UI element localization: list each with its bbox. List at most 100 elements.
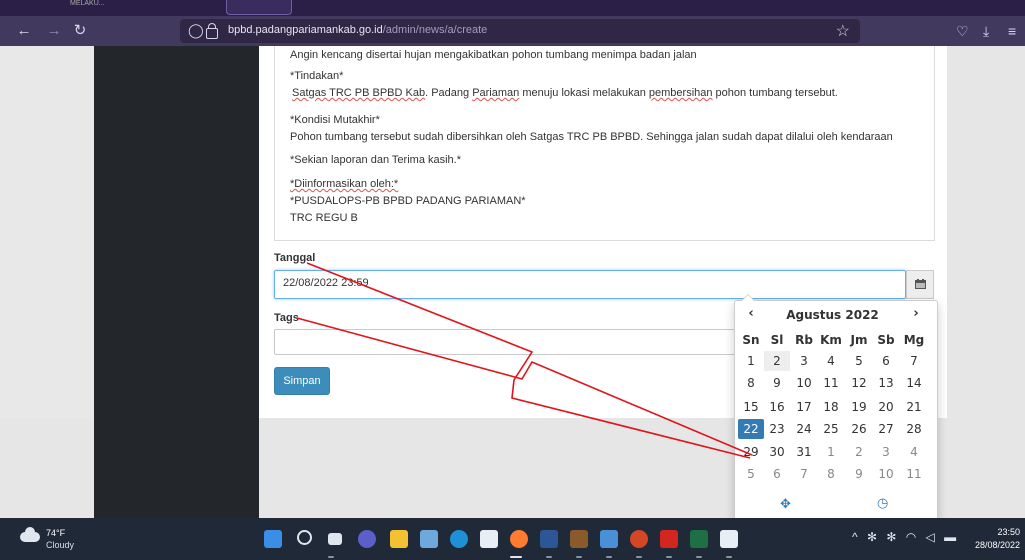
calendar-day[interactable]: 10 (791, 373, 817, 393)
calendar-day[interactable]: 15 (738, 397, 764, 417)
system-tray[interactable]: ^ ✻ ✻ ◠ ◁ ▬ (852, 530, 959, 544)
time-picker-toggle-icon[interactable]: ✥ (780, 497, 791, 512)
calendar-day[interactable]: 24 (791, 419, 817, 439)
calendar-day[interactable]: 1 (818, 442, 844, 462)
weather-condition[interactable]: Cloudy (46, 540, 74, 550)
browser-titlebar: MELAKU... (0, 0, 1025, 16)
tracking-shield-icon[interactable]: ◯ (188, 22, 204, 39)
calendar-day[interactable]: 31 (791, 442, 817, 462)
image-viewer-icon[interactable] (600, 530, 618, 548)
calendar-day[interactable]: 5 (738, 464, 764, 484)
browser-active-tab[interactable] (226, 0, 292, 15)
cloud-icon[interactable] (20, 527, 40, 542)
download-icon[interactable]: ⤓ (983, 23, 989, 40)
running-indicator (696, 556, 702, 558)
calendar-day[interactable]: 23 (764, 419, 790, 439)
month-label[interactable]: Agustus 2022 (775, 308, 890, 322)
lock-icon[interactable] (206, 23, 218, 39)
calendar-day[interactable]: 8 (818, 464, 844, 484)
file-explorer-icon[interactable] (390, 530, 408, 548)
calendar-day[interactable]: 13 (873, 373, 899, 393)
reload-button[interactable]: ↻ (70, 21, 90, 41)
calendar-day[interactable]: 14 (901, 373, 927, 393)
taskbar: 74°F Cloudy ^ ✻ ✻ ◠ ◁ ▬ 23:50 28/08/2022 (0, 518, 1025, 560)
tanggal-input[interactable]: 22/08/2022 23:59 (274, 270, 906, 299)
calendar-day[interactable]: 11 (818, 373, 844, 393)
word-icon[interactable] (540, 530, 558, 548)
simpan-button[interactable]: Simpan (274, 367, 330, 395)
menu-icon[interactable]: ≡ (1008, 23, 1016, 39)
calendar-day[interactable]: 18 (818, 397, 844, 417)
search-icon[interactable] (297, 530, 312, 545)
chat-icon[interactable] (358, 530, 376, 548)
url-text[interactable]: bpbd.padangpariamankab.go.id/admin/news/… (228, 24, 487, 36)
editor-line: Angin kencang disertai hujan mengakibatk… (290, 49, 697, 61)
calendar-day[interactable]: 4 (818, 351, 844, 371)
page-left-margin (0, 46, 94, 418)
clock[interactable]: 23:50 28/08/2022 (968, 526, 1020, 552)
calendar-day[interactable]: 28 (901, 419, 927, 439)
editor-line: Pohon tumbang tersebut sudah dibersihkan… (290, 131, 893, 143)
calendar-day[interactable]: 4 (901, 442, 927, 462)
start-icon[interactable] (264, 530, 282, 548)
calendar-day[interactable]: 19 (846, 397, 872, 417)
winrar-icon[interactable] (570, 530, 588, 548)
editor-line: *PUSDALOPS-PB BPBD PADANG PARIAMAN* (290, 195, 526, 207)
running-indicator (576, 556, 582, 558)
back-button[interactable]: ← (14, 21, 34, 41)
calendar-day[interactable]: 6 (764, 464, 790, 484)
editor-line: *Diinformasikan oleh:* (290, 178, 399, 190)
acrobat-icon[interactable] (660, 530, 678, 548)
calendar-day[interactable]: 6 (873, 351, 899, 371)
editor-line: *Tindakan* (290, 70, 344, 82)
excel-icon[interactable] (690, 530, 708, 548)
powerpoint-icon[interactable] (630, 530, 648, 548)
calendar-day[interactable]: 29 (738, 442, 764, 462)
address-bar[interactable]: ◯ bpbd.padangpariamankab.go.id/admin/new… (180, 19, 860, 43)
calendar-button[interactable] (906, 270, 934, 299)
calendar-day[interactable]: 16 (764, 397, 790, 417)
calendar-day[interactable]: 3 (791, 351, 817, 371)
forward-button[interactable]: → (44, 21, 64, 41)
calendar-day[interactable]: 20 (873, 397, 899, 417)
calendar-day[interactable]: 11 (901, 464, 927, 484)
calendar-day[interactable]: 7 (901, 351, 927, 371)
calendar-day[interactable]: 22 (738, 419, 764, 439)
calendar-day[interactable]: 21 (901, 397, 927, 417)
calendar-day[interactable]: 7 (791, 464, 817, 484)
calendar-day[interactable]: 25 (818, 419, 844, 439)
calendar-day[interactable]: 9 (846, 464, 872, 484)
running-indicator (666, 556, 672, 558)
calendar-day[interactable]: 2 (846, 442, 872, 462)
browser-navbar: ← → ↻ ◯ bpbd.padangpariamankab.go.id/adm… (0, 16, 1025, 46)
store-icon[interactable] (480, 530, 498, 548)
calendar-day[interactable]: 12 (846, 373, 872, 393)
weather-temperature[interactable]: 74°F (46, 528, 65, 538)
calendar-day[interactable]: 27 (873, 419, 899, 439)
photos-icon[interactable] (420, 530, 438, 548)
calendar-day[interactable]: 17 (791, 397, 817, 417)
calendar-day[interactable]: 8 (738, 373, 764, 393)
calendar-day[interactable]: 9 (764, 373, 790, 393)
calendar-day[interactable]: 3 (873, 442, 899, 462)
task-view-icon[interactable] (328, 533, 342, 545)
pocket-icon[interactable]: ♡ (956, 23, 969, 40)
prev-month-button[interactable]: ‹ (741, 306, 761, 321)
snipping-tool-icon[interactable] (720, 530, 738, 548)
page-bottom-left (0, 418, 94, 518)
news-content-editor[interactable]: Angin kencang disertai hujan mengakibatk… (274, 46, 935, 241)
bookmark-star-icon[interactable]: ☆ (836, 21, 850, 41)
calendar-day[interactable]: 5 (846, 351, 872, 371)
browser-tab-left[interactable]: MELAKU... (70, 0, 160, 8)
firefox-icon[interactable] (510, 530, 528, 548)
weekday-header: Mg (903, 333, 925, 347)
next-month-button[interactable]: › (906, 306, 926, 321)
tags-input[interactable] (274, 329, 736, 355)
calendar-day[interactable]: 30 (764, 442, 790, 462)
calendar-day[interactable]: 1 (738, 351, 764, 371)
clock-icon[interactable]: ◷ (877, 496, 888, 511)
calendar-day[interactable]: 2 (764, 351, 790, 371)
calendar-day[interactable]: 10 (873, 464, 899, 484)
calendar-day[interactable]: 26 (846, 419, 872, 439)
edge-icon[interactable] (450, 530, 468, 548)
